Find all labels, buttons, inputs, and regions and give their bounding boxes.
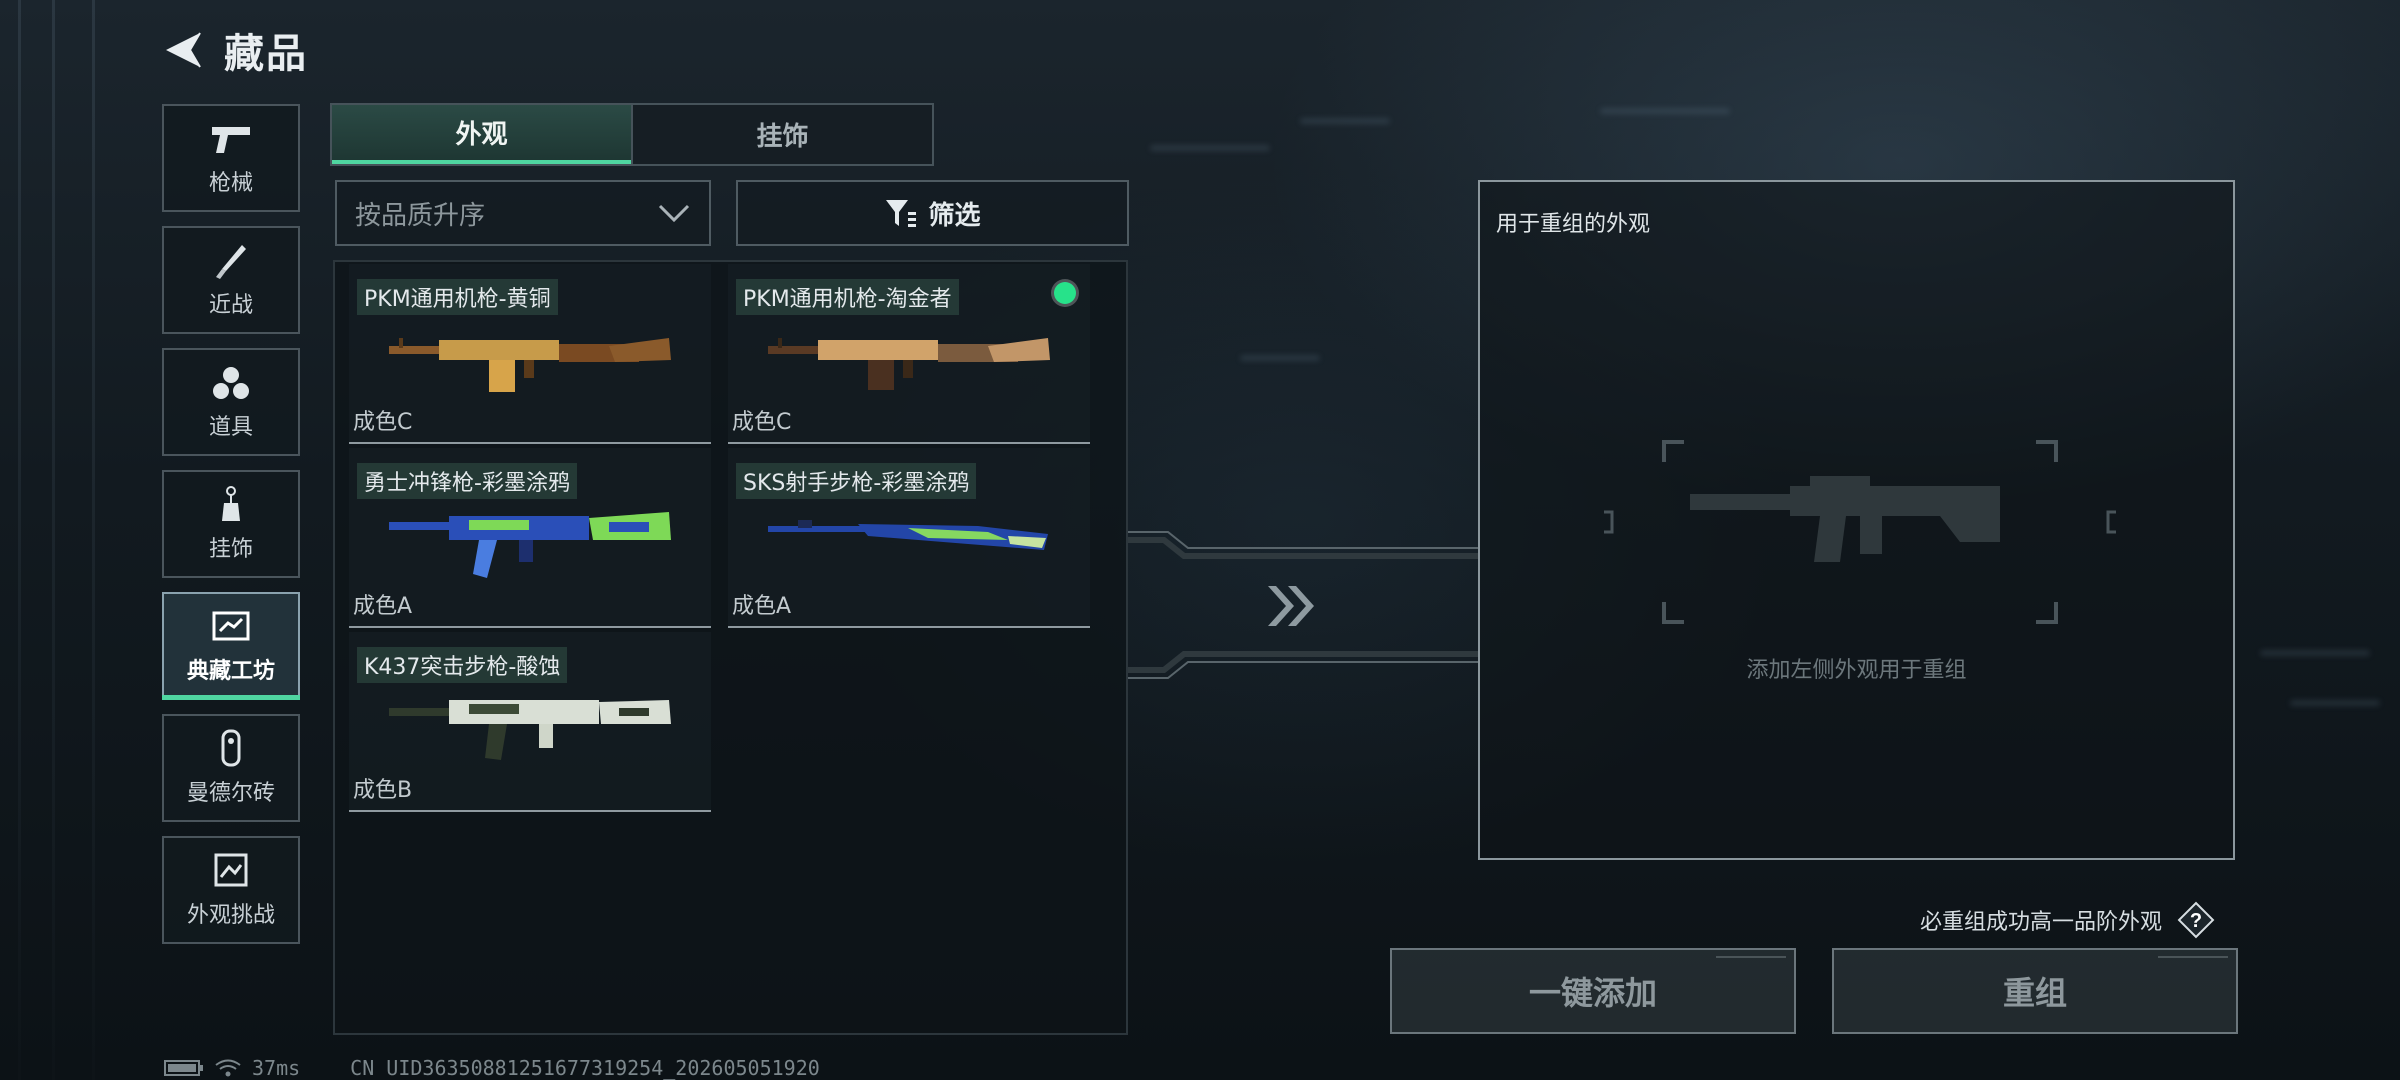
nav-item-label: 曼德尔砖 <box>186 781 275 806</box>
bg-streak <box>1240 355 1320 361</box>
skin-grade: 成色A <box>353 594 413 619</box>
bg-stripe <box>52 0 55 1080</box>
connector-lines <box>1128 531 1478 679</box>
skin-card[interactable]: PKM通用机枪-黄铜 成色C <box>349 264 711 444</box>
nav-item-label: 外观挑战 <box>186 903 275 928</box>
skin-grade: 成色C <box>353 410 413 435</box>
nav-item-charms[interactable]: 挂饰 <box>162 470 300 578</box>
add-all-label: 一键添加 <box>1528 974 1657 1012</box>
charm-icon <box>222 486 240 521</box>
rifle-placeholder-icon <box>1690 476 2000 562</box>
skin-name: 勇士冲锋枪-彩墨涂鸦 <box>357 463 577 499</box>
recombine-label: 重组 <box>2002 974 2067 1012</box>
page-title: 藏品 <box>224 31 308 77</box>
machine-gun-image <box>768 338 1050 390</box>
guarantee-text: 必重组成功高一品阶外观 <box>1920 910 2163 935</box>
ping-text: 37ms <box>252 1056 301 1080</box>
tab-charms[interactable]: 挂饰 <box>631 105 932 164</box>
status-bar: 37ms CN UID3635088125167731925​4_2026050… <box>164 1056 820 1080</box>
chevron-down-icon <box>658 204 690 223</box>
skin-grade: 成色A <box>732 594 792 619</box>
nav-item-label: 典藏工坊 <box>186 659 275 684</box>
nav-item-melee[interactable]: 近战 <box>162 226 300 334</box>
skin-card[interactable]: PKM通用机枪-淘金者 成色C <box>728 264 1090 444</box>
tab-bar: 外观 挂饰 <box>330 103 934 166</box>
side-nav: 枪械 近战 道具 挂饰 典藏工坊 曼德尔砖 外观挑战 <box>162 104 300 958</box>
guarantee-note: 必重组成功高一品阶外观 ? <box>1920 900 2216 940</box>
bg-stripe <box>92 0 95 1080</box>
brick-icon <box>221 729 241 767</box>
nav-item-guns[interactable]: 枪械 <box>162 104 300 212</box>
wifi-icon <box>215 1059 241 1077</box>
recombine-slot <box>1604 440 2116 624</box>
skin-card[interactable]: SKS射手步枪-彩墨涂鸦 成色A <box>728 448 1090 628</box>
nav-item-label: 道具 <box>208 415 253 440</box>
equipped-indicator <box>1054 282 1076 304</box>
skin-name: PKM通用机枪-黄铜 <box>357 279 558 315</box>
uid-text: CN UID3635088125167731925​4_202605051920 <box>350 1056 820 1080</box>
bg-stripe <box>18 0 21 1080</box>
filter-icon <box>886 200 917 227</box>
nav-item-mandel-brick[interactable]: 曼德尔砖 <box>162 714 300 822</box>
recombine-hint: 添加左侧外观用于重组 <box>1746 658 1967 683</box>
recombine-title: 用于重组的外观 <box>1496 212 1651 237</box>
bg-streak <box>2290 700 2380 706</box>
pistol-icon <box>212 127 250 153</box>
bg-streak <box>1300 118 1390 124</box>
knife-icon <box>216 245 246 279</box>
button-decoration <box>1716 956 1786 964</box>
double-chevron-right-icon <box>1268 586 1314 626</box>
skin-grade: 成色B <box>353 778 413 803</box>
skin-name: K437突击步枪-酸蚀 <box>357 647 568 683</box>
help-icon[interactable]: ? <box>2176 900 2216 940</box>
add-all-button[interactable]: 一键添加 <box>1390 948 1796 1034</box>
back-arrow-icon[interactable] <box>160 27 206 73</box>
machine-gun-image <box>389 338 671 392</box>
nav-item-label: 近战 <box>208 293 253 318</box>
battery-icon <box>164 1060 203 1076</box>
sort-dropdown[interactable]: 按品质升序 <box>335 180 711 246</box>
bg-streak <box>1600 108 1730 114</box>
grenades-icon <box>213 367 249 399</box>
challenge-icon <box>214 853 248 887</box>
button-decoration <box>2158 956 2228 964</box>
svg-text:?: ? <box>2190 910 2202 932</box>
bg-streak <box>1150 145 1270 151</box>
skin-grade: 成色C <box>732 410 792 435</box>
nav-item-workshop[interactable]: 典藏工坊 <box>162 592 300 700</box>
recombine-panel[interactable]: 用于重组的外观 添加左侧外观用于重组 <box>1478 180 2235 860</box>
filter-button[interactable]: 筛选 <box>736 180 1129 246</box>
skin-name: PKM通用机枪-淘金者 <box>736 279 959 315</box>
nav-item-label: 挂饰 <box>208 537 253 562</box>
bg-streak <box>2260 650 2370 656</box>
skin-card[interactable]: K437突击步枪-酸蚀 成色B <box>349 632 711 812</box>
nav-item-skin-challenge[interactable]: 外观挑战 <box>162 836 300 944</box>
skin-list: PKM通用机枪-黄铜 成色C PKM通用机枪-淘金者 成色C 勇士冲锋枪-彩墨涂… <box>333 260 1128 1035</box>
nav-item-label: 枪械 <box>208 171 253 196</box>
filter-label: 筛选 <box>928 200 981 231</box>
assault-rifle-image <box>389 700 671 760</box>
workshop-icon <box>212 611 250 641</box>
sort-label: 按品质升序 <box>355 200 486 231</box>
header: 藏品 <box>160 22 308 78</box>
rifle-image <box>768 520 1048 550</box>
recombine-button[interactable]: 重组 <box>1832 948 2238 1034</box>
tab-skins[interactable]: 外观 <box>332 105 631 164</box>
nav-item-gear[interactable]: 道具 <box>162 348 300 456</box>
smg-image <box>389 512 671 578</box>
skin-name: SKS射手步枪-彩墨涂鸦 <box>736 463 977 499</box>
skin-card[interactable]: 勇士冲锋枪-彩墨涂鸦 成色A <box>349 448 711 628</box>
